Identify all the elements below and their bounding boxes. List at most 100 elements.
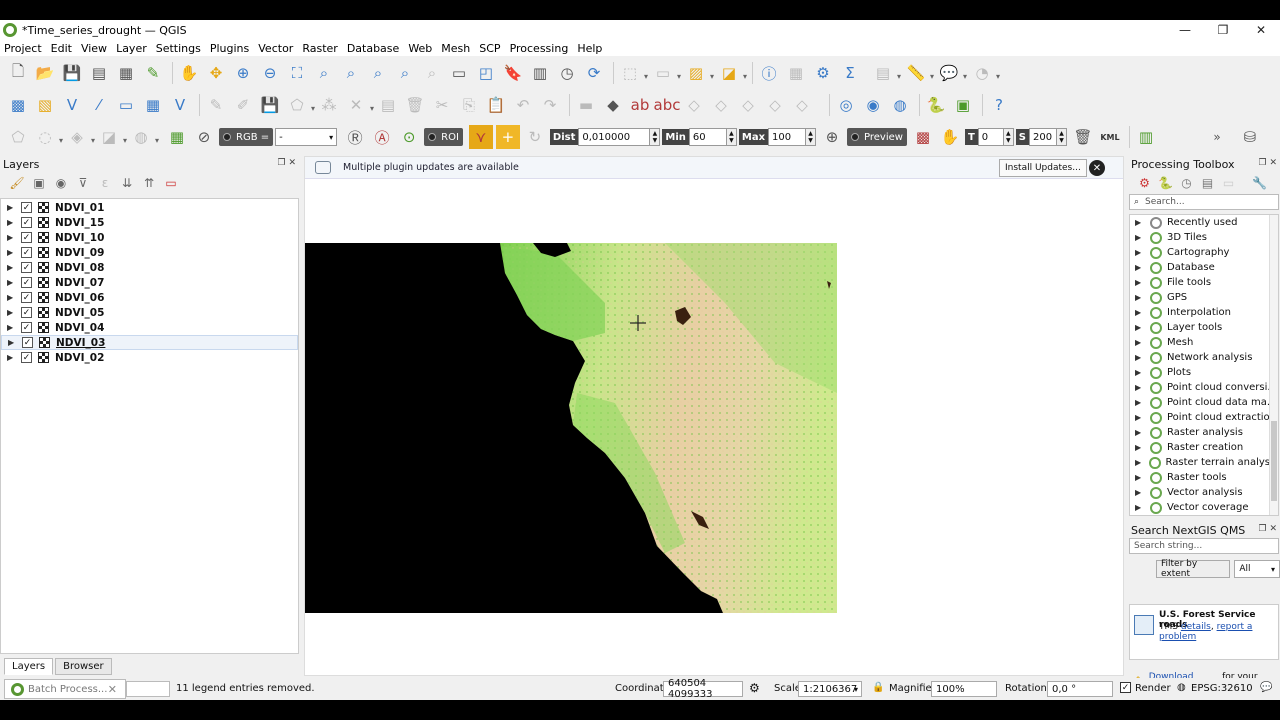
panel-float-close-icon[interactable]: ❐ ✕ <box>1259 524 1277 534</box>
magnifier-field[interactable]: 100% <box>931 681 997 697</box>
results-icon[interactable]: ▤ <box>1197 176 1218 190</box>
scp-main-icon[interactable]: ▦ <box>165 125 189 149</box>
add-mesh-icon[interactable]: ▭ <box>114 93 138 117</box>
preview-toggle[interactable]: Preview <box>847 128 907 146</box>
annotation-icon[interactable]: ◔ <box>970 61 1000 85</box>
add-virtual-icon[interactable]: V <box>168 93 192 117</box>
select-features-icon[interactable]: ⬚ <box>618 61 648 85</box>
filter-legend-icon[interactable]: ⊽ <box>72 176 94 190</box>
identify-icon[interactable]: ⓘ <box>757 61 781 85</box>
filter-expression-icon[interactable]: ε <box>94 176 116 190</box>
vertex-tool-icon[interactable]: ⁂ <box>317 93 341 117</box>
t-spinner[interactable]: ▲ ▼ <box>1003 128 1014 146</box>
tab-layers[interactable]: Layers <box>4 658 54 675</box>
layer-visibility-checkbox[interactable]: ✓ <box>21 307 32 318</box>
expand-arrow-icon[interactable]: ▶ <box>7 218 17 227</box>
layer-row[interactable]: ▶ ✓ NDVI_05 <box>1 305 298 320</box>
crs-button[interactable]: EPSG:32610 <box>1191 683 1253 694</box>
roi-zoom-icon[interactable]: ⊙ <box>397 125 421 149</box>
layer-row[interactable]: ▶ ✓ NDVI_02 <box>1 350 298 365</box>
map-tips-icon[interactable]: 💬 <box>937 61 967 85</box>
menu-vector[interactable]: Vector <box>254 42 297 55</box>
processing-group[interactable]: ▶ Point cloud data ma... <box>1130 395 1278 410</box>
cut-features-icon[interactable]: ✂ <box>430 93 454 117</box>
select-by-value-icon[interactable]: ▭ <box>651 61 681 85</box>
layer-row-selected[interactable]: ▶ ✓ NDVI_03 <box>1 335 298 350</box>
processing-group[interactable]: ▶ Database <box>1130 260 1278 275</box>
preview-zoom-icon[interactable]: ⊕ <box>820 125 844 149</box>
locator-search[interactable]: Batch Process... ✕ <box>4 679 126 699</box>
add-vector-icon[interactable]: V <box>60 93 84 117</box>
delete-selected-icon[interactable]: 🗑 <box>403 93 427 117</box>
close-window-button[interactable]: ✕ <box>1242 20 1280 40</box>
open-table-icon[interactable]: ▤ <box>871 61 901 85</box>
measure-icon[interactable]: 📏 <box>904 61 934 85</box>
menu-edit[interactable]: Edit <box>47 42 76 55</box>
save-edits-icon[interactable]: 💾 <box>258 93 282 117</box>
remove-temp-icon[interactable]: 🗑 <box>1071 125 1095 149</box>
menu-database[interactable]: Database <box>343 42 404 55</box>
new-geopackage-icon[interactable]: ▧ <box>33 93 57 117</box>
zoom-next-icon[interactable]: ⌕ <box>420 61 444 85</box>
processing-group[interactable]: ▶ Plots <box>1130 365 1278 380</box>
layer-style-icon[interactable]: 🖌 <box>6 176 28 190</box>
deselect-icon[interactable]: ▨ <box>684 61 714 85</box>
max-spinner[interactable]: ▲ ▼ <box>806 128 817 146</box>
database-icon[interactable]: ⛁ <box>1238 125 1262 149</box>
expand-arrow-icon[interactable]: ▶ <box>8 338 18 347</box>
print-layout-icon[interactable]: ▤ <box>87 61 111 85</box>
zoom-last-icon[interactable]: ⌕ <box>393 61 417 85</box>
label-diagram-icon[interactable]: ◇ <box>790 93 814 117</box>
layer-row[interactable]: ▶ ✓ NDVI_06 <box>1 290 298 305</box>
expand-arrow-icon[interactable]: ▶ <box>7 278 17 287</box>
processing-search-input[interactable]: ⌕ Search... <box>1129 194 1279 210</box>
osm-plugin-icon[interactable]: ◍ <box>888 93 912 117</box>
label-move-icon[interactable]: ◇ <box>682 93 706 117</box>
menu-project[interactable]: Project <box>0 42 46 55</box>
zoom-in-icon[interactable]: ⊕ <box>231 61 255 85</box>
layer-row[interactable]: ▶ ✓ NDVI_04 <box>1 320 298 335</box>
processing-group[interactable]: ▶ 3D Tiles <box>1130 230 1278 245</box>
digitize-icon[interactable]: ⬠ <box>6 125 30 149</box>
processing-group[interactable]: ▶ Point cloud conversi... <box>1130 380 1278 395</box>
rgb-combo[interactable]: - ▾ <box>275 128 338 146</box>
zoom-native-icon[interactable]: ⌕ <box>366 61 390 85</box>
band-set-icon[interactable]: Ⓡ <box>343 125 367 149</box>
layer-visibility-checkbox[interactable]: ✓ <box>21 262 32 273</box>
processing-group[interactable]: ▶ Network analysis <box>1130 350 1278 365</box>
roi-toggle[interactable]: ROI <box>424 128 463 146</box>
manage-map-themes-icon[interactable]: ◉ <box>50 176 72 190</box>
select-location-icon[interactable]: ◪ <box>717 61 747 85</box>
zoom-to-layer-icon[interactable]: ⌕ <box>339 61 363 85</box>
roi-create-icon[interactable]: ⋎ <box>468 125 493 149</box>
statistics-icon[interactable]: Σ <box>838 61 862 85</box>
transparency-icon[interactable]: ✋ <box>938 125 962 149</box>
layer-visibility-checkbox[interactable]: ✓ <box>21 352 32 363</box>
label-rotate-icon[interactable]: ◇ <box>709 93 733 117</box>
python-console-icon[interactable]: 🐍 <box>924 93 948 117</box>
classification-icon[interactable]: ▩ <box>911 125 935 149</box>
collapse-all-icon[interactable]: ⇈ <box>138 176 160 190</box>
processing-group[interactable]: ▶ Interpolation <box>1130 305 1278 320</box>
processing-group[interactable]: ▶ GPS <box>1130 290 1278 305</box>
show-bookmarks-icon[interactable]: ▥ <box>528 61 552 85</box>
edit-features-icon[interactable]: ▭ <box>1218 176 1239 190</box>
modify-attributes-icon[interactable]: ✕ <box>344 93 374 117</box>
layer-visibility-checkbox[interactable]: ✓ <box>21 247 32 258</box>
copy-features-icon[interactable]: ⎘ <box>457 93 481 117</box>
new-project-icon[interactable]: 🗋 <box>6 61 30 85</box>
menu-processing[interactable]: Processing <box>506 42 573 55</box>
new-3d-view-icon[interactable]: ◰ <box>474 61 498 85</box>
expand-arrow-icon[interactable]: ▶ <box>7 263 17 272</box>
clear-locator-icon[interactable]: ✕ <box>108 683 117 696</box>
label-show-icon[interactable]: ◇ <box>736 93 760 117</box>
details-link[interactable]: details <box>1181 622 1211 632</box>
web-globe-icon[interactable]: ◉ <box>861 93 885 117</box>
fill-ring-icon[interactable]: ◈ <box>65 125 95 149</box>
menu-help[interactable]: Help <box>573 42 606 55</box>
min-input[interactable]: 60 <box>688 128 727 146</box>
layer-visibility-checkbox[interactable]: ✓ <box>21 277 32 288</box>
paste-features-icon[interactable]: 📋 <box>484 93 508 117</box>
pan-icon[interactable]: ✋ <box>177 61 201 85</box>
toggle-editing-icon[interactable]: ✐ <box>231 93 255 117</box>
